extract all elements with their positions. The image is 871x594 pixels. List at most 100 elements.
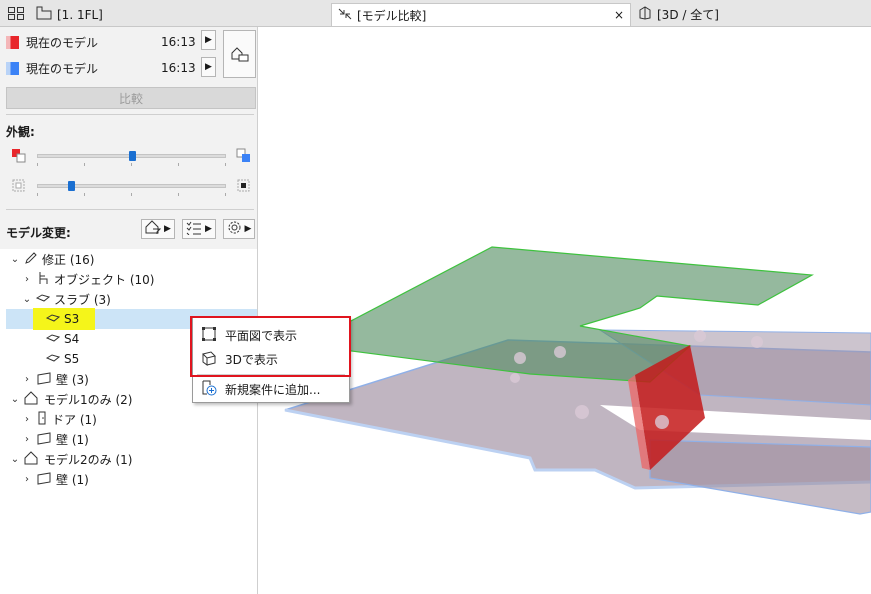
menu-add-to-new-issue[interactable]: 新規案件に追加... <box>193 378 349 400</box>
menu-label: 新規案件に追加... <box>225 382 321 397</box>
tree-label: S5 <box>64 352 80 366</box>
tree-node-modified[interactable]: ⌄ 修正 (16) <box>10 249 94 269</box>
model-2-time: 16:13 <box>161 61 196 75</box>
wall-icon <box>36 431 52 448</box>
tab-label: [モデル比較] <box>357 8 427 23</box>
transparency-light-icon <box>11 178 27 197</box>
tab-label: [3D / 全て] <box>657 8 719 22</box>
door-icon <box>36 411 48 428</box>
tab-3d[interactable]: [3D / 全て] <box>632 3 812 26</box>
slab-icon <box>45 352 61 367</box>
transparency-dark-icon <box>236 178 252 197</box>
slab-icon <box>45 312 61 327</box>
chevron-right-icon[interactable]: › <box>22 474 32 485</box>
tree-node-slabs[interactable]: ⌄ スラブ (3) <box>22 289 111 309</box>
model-2-menu-button[interactable]: ▶ <box>201 57 216 77</box>
filter-elements-button[interactable]: ▶ <box>141 219 175 239</box>
slab-icon <box>35 292 51 307</box>
layout-grid-icon[interactable] <box>8 7 24 23</box>
model-2-label: 現在のモデル <box>26 61 99 76</box>
sphere-marker <box>751 336 763 348</box>
tab-floor-plan[interactable]: [1. 1FL] <box>30 3 140 26</box>
3d-box-icon <box>638 6 652 23</box>
tab-model-compare[interactable]: [モデル比較] × <box>331 3 631 26</box>
appearance-slider-2[interactable] <box>37 184 226 188</box>
sphere-marker <box>655 415 669 429</box>
settings-button[interactable]: ▶ <box>223 219 255 239</box>
tree-label: モデル1のみ (2) <box>44 392 133 407</box>
tree-node-model2-only[interactable]: ⌄ モデル2のみ (1) <box>10 449 132 469</box>
house-icon <box>24 390 40 408</box>
divider <box>6 209 254 210</box>
3d-viewport[interactable] <box>258 27 871 594</box>
checklist-icon <box>186 221 202 238</box>
sphere-marker <box>575 405 589 419</box>
chair-icon <box>36 271 50 288</box>
model-row-1: 現在のモデル 16:13 <box>6 33 216 51</box>
tab-bar: [1. 1FL] [モデル比較] × [3D / 全て] <box>0 0 871 27</box>
slab-icon <box>45 332 61 347</box>
tree-label: スラブ (3) <box>54 292 111 307</box>
close-tab-button[interactable]: × <box>614 8 624 22</box>
sphere-marker <box>510 373 520 383</box>
tree-label: モデル2のみ (1) <box>44 452 133 467</box>
compare-arrows-icon <box>338 8 352 23</box>
model-row-2: 現在のモデル 16:13 <box>6 59 216 77</box>
sphere-marker <box>514 352 526 364</box>
slider-1-thumb[interactable] <box>128 151 136 161</box>
gear-icon <box>227 220 242 238</box>
list-options-button[interactable]: ▶ <box>182 219 216 239</box>
tab-label: [1. 1FL] <box>57 7 103 22</box>
sphere-marker <box>694 330 706 342</box>
chevron-down-icon[interactable]: ⌄ <box>10 254 20 265</box>
wall-icon <box>36 471 52 488</box>
appearance-title: 外観: <box>6 125 35 139</box>
slider-2-thumb[interactable] <box>68 181 76 191</box>
model-1-label: 現在のモデル <box>26 35 99 50</box>
chevron-down-icon[interactable]: ⌄ <box>10 454 20 465</box>
model-3d-scene <box>284 246 871 515</box>
tree-label: S3 <box>64 312 80 326</box>
tree-node-s3[interactable]: S3 <box>45 309 80 329</box>
model-1-color-swatch <box>6 35 19 49</box>
tree-label: オブジェクト (10) <box>54 272 155 287</box>
sphere-marker <box>554 346 566 358</box>
tree-node-s4[interactable]: S4 <box>45 329 80 349</box>
model-1-menu-button[interactable]: ▶ <box>201 30 216 50</box>
slider-1-ticks <box>37 163 226 166</box>
chevron-right-icon[interactable]: › <box>22 274 32 285</box>
callout-highlight-box <box>190 316 351 377</box>
model-compare-panel: 現在のモデル 16:13 ▶ 現在のモデル 16:13 ▶ 比較 外観: モデル… <box>0 27 258 594</box>
compare-button[interactable]: 比較 <box>6 87 256 109</box>
tree-label: 壁 (1) <box>56 472 89 487</box>
house-swap-icon <box>230 44 250 65</box>
lower-right-slab <box>649 439 871 515</box>
slider-2-ticks <box>37 193 226 196</box>
tree-node-objects[interactable]: › オブジェクト (10) <box>22 269 154 289</box>
wall-icon <box>36 371 52 388</box>
chevron-down-icon[interactable]: ⌄ <box>10 394 20 405</box>
tree-label: S4 <box>64 332 80 346</box>
tree-node-walls-model1[interactable]: › 壁 (1) <box>22 429 89 449</box>
model-changes-title: モデル変更: <box>6 226 71 240</box>
floor-plan-icon <box>36 6 52 23</box>
tree-node-doors[interactable]: › ドア (1) <box>22 409 97 429</box>
swap-models-button[interactable] <box>223 30 256 78</box>
model-1-time: 16:13 <box>161 35 196 49</box>
add-issue-icon <box>201 380 217 399</box>
chevron-right-icon[interactable]: › <box>22 374 32 385</box>
divider <box>6 114 254 115</box>
tree-label: 壁 (1) <box>56 432 89 447</box>
chevron-right-icon[interactable]: › <box>22 434 32 445</box>
chevron-down-icon[interactable]: ⌄ <box>22 294 32 305</box>
house-icon <box>24 450 40 468</box>
tree-node-model1-only[interactable]: ⌄ モデル1のみ (2) <box>10 389 132 409</box>
pencil-icon <box>24 251 38 268</box>
changes-tree: ⌄ 修正 (16) › オブジェクト (10) ⌄ スラブ (3) S3 S4 … <box>0 249 257 594</box>
color-overlay-icon <box>11 148 27 167</box>
tree-node-s5[interactable]: S5 <box>45 349 80 369</box>
tree-node-walls[interactable]: › 壁 (3) <box>22 369 89 389</box>
tree-label: 壁 (3) <box>56 372 89 387</box>
tree-node-walls-model2[interactable]: › 壁 (1) <box>22 469 89 489</box>
chevron-right-icon[interactable]: › <box>22 414 32 425</box>
